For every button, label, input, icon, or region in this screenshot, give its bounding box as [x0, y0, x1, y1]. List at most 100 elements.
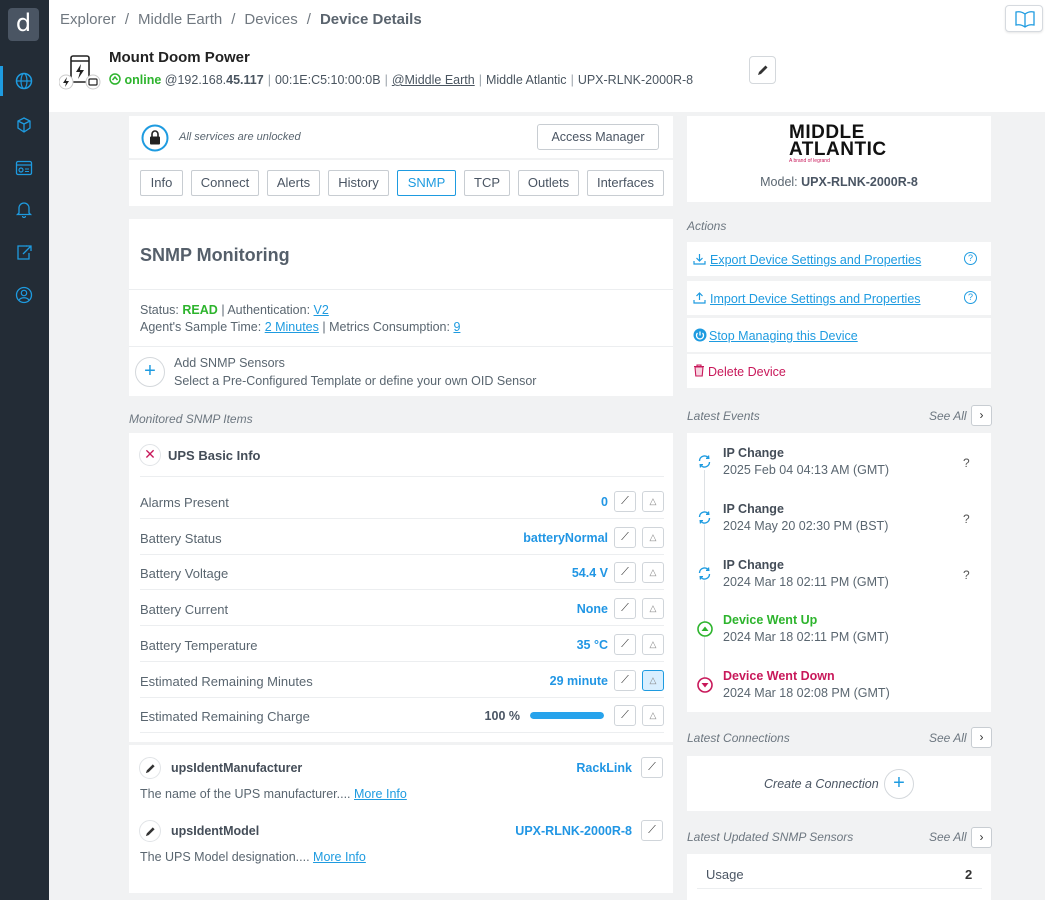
import-link[interactable]: Import Device Settings and Properties	[710, 292, 921, 306]
alert-bell-button[interactable]: △	[642, 491, 664, 512]
oid-desc: The name of the UPS manufacturer.... Mor…	[140, 787, 407, 801]
export-action[interactable]: Export Device Settings and Properties ?	[687, 242, 991, 276]
chevron-right-icon: ›	[979, 730, 984, 744]
sensors-next-button[interactable]: ›	[971, 827, 992, 848]
more-info-link[interactable]: More Info	[354, 787, 407, 801]
chart-button[interactable]: ⟋	[614, 491, 636, 512]
stop-icon	[693, 328, 707, 342]
metrics-link[interactable]: 9	[453, 320, 460, 334]
alert-bell-button[interactable]: △	[642, 598, 664, 620]
event-help[interactable]: ?	[963, 512, 970, 526]
stop-managing-link[interactable]: Stop Managing this Device	[709, 329, 858, 343]
snmp-title: SNMP Monitoring	[140, 245, 290, 265]
events-see-all[interactable]: See All	[929, 409, 967, 423]
monitored-row: Battery Temperature 35 °C ⟋ △	[140, 627, 664, 662]
chart-button[interactable]: ⟋	[614, 705, 636, 727]
stop-managing-action[interactable]: Stop Managing this Device	[687, 318, 991, 352]
create-connection-label[interactable]: Create a Connection	[764, 777, 879, 791]
delete-device-label[interactable]: Delete Device	[708, 365, 786, 379]
export-icon[interactable]	[15, 243, 33, 261]
chart-button[interactable]: ⟋	[641, 757, 663, 778]
divider	[129, 346, 673, 347]
edit-device-button[interactable]	[749, 56, 776, 84]
row-label: Estimated Remaining Charge	[140, 709, 310, 725]
event-help[interactable]: ?	[963, 456, 970, 470]
tab-snmp[interactable]: SNMP	[397, 170, 456, 196]
device-network-link[interactable]: @Middle Earth	[392, 73, 475, 87]
sensors-see-all[interactable]: See All	[929, 830, 967, 844]
alert-bell-button[interactable]: △	[642, 526, 664, 548]
connections-see-all[interactable]: See All	[929, 731, 967, 745]
tab-info[interactable]: Info	[140, 170, 183, 196]
docs-button[interactable]	[1005, 5, 1043, 32]
snmp-auth-link[interactable]: V2	[314, 303, 329, 317]
tab-alerts[interactable]: Alerts	[267, 170, 320, 196]
chart-button[interactable]: ⟋	[614, 526, 636, 548]
bell-icon[interactable]	[15, 200, 33, 218]
chart-icon: ⟋	[621, 530, 629, 543]
export-link[interactable]: Export Device Settings and Properties	[710, 253, 921, 267]
row-label: Battery Voltage	[140, 566, 229, 582]
event-item[interactable]: Device Went Up 2024 Mar 18 02:11 PM (GMT)	[697, 613, 987, 665]
event-item[interactable]: Device Went Down 2024 Mar 18 02:08 PM (GM…	[697, 669, 987, 721]
device-header: Explorer / Middle Earth / Devices / Device Det…	[49, 0, 1045, 112]
tab-outlets[interactable]: Outlets	[518, 170, 579, 196]
connections-next-button[interactable]: ›	[971, 727, 992, 748]
device-brand: Middle Atlantic	[485, 73, 567, 87]
globe-icon[interactable]	[15, 72, 33, 90]
user-icon[interactable]	[15, 286, 33, 304]
event-date: 2024 Mar 18 02:11 PM (GMT)	[723, 630, 889, 645]
sidebar: d	[0, 0, 49, 900]
event-item[interactable]: IP Change 2024 May 20 02:30 PM (BST)?	[697, 502, 987, 554]
create-connection-button[interactable]: +	[884, 769, 914, 799]
sensor-value: 2	[965, 867, 973, 882]
device-mac: 00:1E:C5:10:00:0B	[274, 73, 381, 87]
edit-oid-button[interactable]	[139, 757, 161, 779]
events-next-button[interactable]: ›	[971, 405, 992, 426]
breadcrumb-explorer[interactable]: Explorer	[60, 11, 116, 28]
sample-time-link[interactable]: 2 Minutes	[265, 320, 319, 334]
bell-icon: △	[649, 531, 657, 542]
dashboard-icon[interactable]	[15, 159, 33, 177]
delete-action[interactable]: Delete Device	[687, 354, 991, 388]
row-label: Alarms Present	[140, 495, 229, 510]
help-icon[interactable]: ?	[964, 291, 977, 304]
tab-tcp[interactable]: TCP	[464, 170, 510, 196]
alert-bell-button[interactable]: △	[642, 633, 664, 655]
chevron-right-icon: ›	[979, 408, 984, 422]
alert-bell-button[interactable]: △	[642, 562, 664, 584]
breadcrumb-middle-earth[interactable]: Middle Earth	[138, 11, 222, 28]
chart-icon: ⟋	[621, 673, 629, 686]
help-icon[interactable]: ?	[964, 252, 977, 265]
arrow-up-icon	[697, 621, 713, 638]
divider	[129, 742, 673, 745]
chart-button[interactable]: ⟋	[614, 669, 636, 691]
online-status: online	[124, 73, 162, 87]
cubes-icon[interactable]	[15, 116, 33, 134]
access-manager-button[interactable]: Access Manager	[537, 124, 659, 150]
app-logo[interactable]: d	[8, 8, 39, 41]
chart-button[interactable]: ⟋	[641, 820, 663, 841]
event-item[interactable]: IP Change 2024 Mar 18 02:11 PM (GMT)?	[697, 558, 987, 610]
event-item[interactable]: IP Change 2025 Feb 04 04:13 AM (GMT)?	[697, 446, 987, 498]
tab-connect[interactable]: Connect	[191, 170, 259, 196]
pencil-icon	[145, 827, 155, 837]
breadcrumb-devices[interactable]: Devices	[244, 11, 297, 28]
divider	[129, 158, 673, 160]
chart-button[interactable]: ⟋	[614, 598, 636, 620]
tab-history[interactable]: History	[328, 170, 389, 196]
event-title: IP Change	[723, 446, 784, 460]
chart-button[interactable]: ⟋	[614, 562, 636, 584]
edit-oid-button[interactable]	[139, 820, 161, 842]
add-sensor-button[interactable]: +	[135, 357, 165, 387]
row-value: 0	[601, 495, 608, 509]
import-action[interactable]: Import Device Settings and Properties ?	[687, 281, 991, 315]
event-help[interactable]: ?	[963, 568, 970, 582]
tab-interfaces[interactable]: Interfaces	[587, 170, 664, 196]
more-info-link[interactable]: More Info	[313, 850, 366, 864]
sensor-name: Usage	[706, 867, 744, 882]
alert-bell-button[interactable]: △	[642, 669, 664, 691]
alert-bell-button[interactable]: △	[642, 705, 664, 727]
chart-button[interactable]: ⟋	[614, 633, 636, 655]
remove-group-button[interactable]: ✕	[139, 444, 161, 466]
